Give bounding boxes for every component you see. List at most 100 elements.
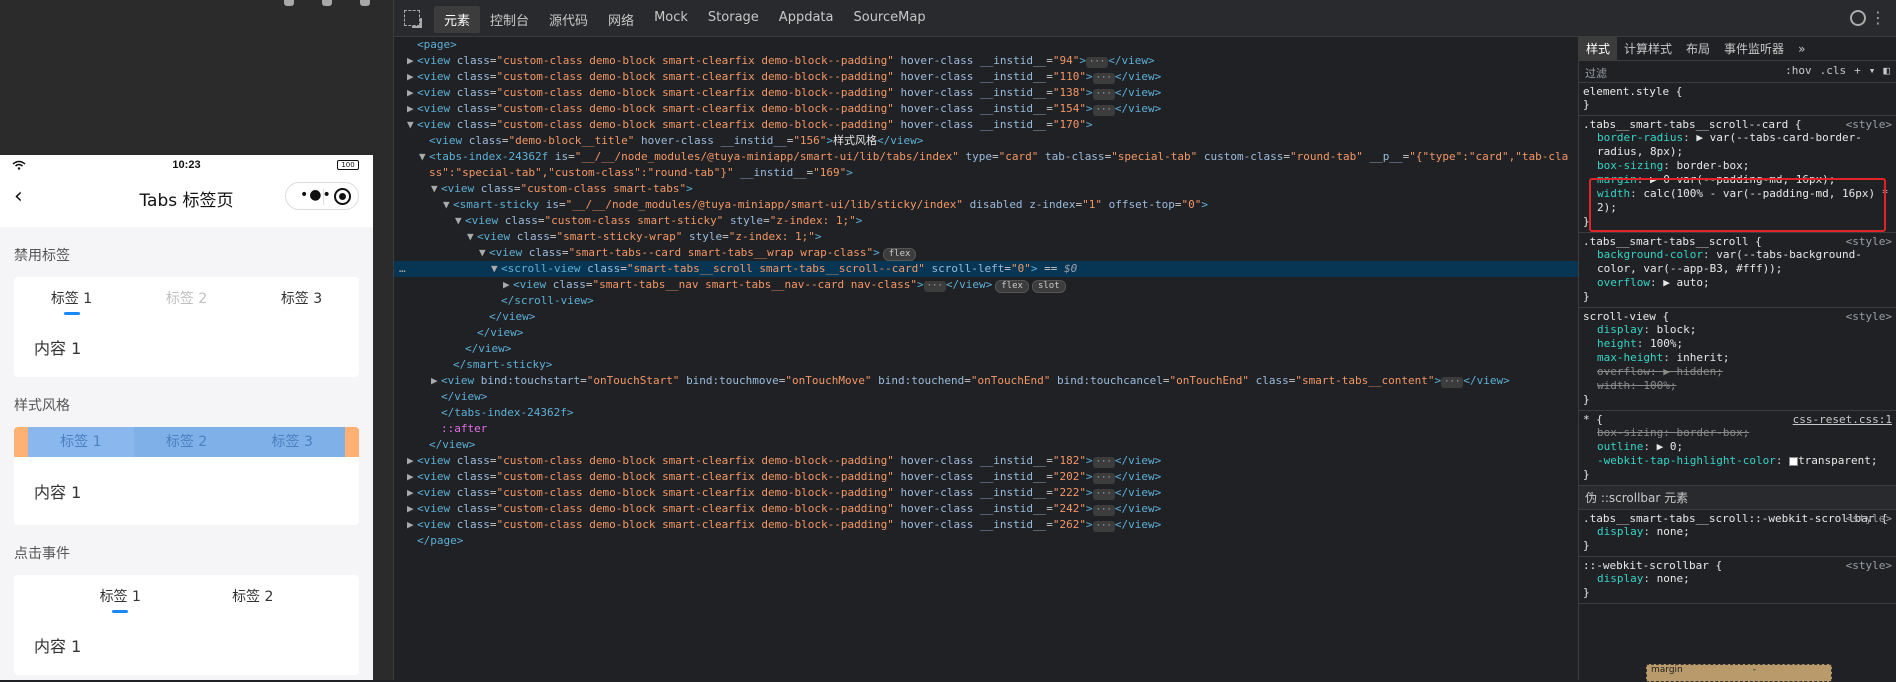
expand-toggle-icon[interactable]: ▶ xyxy=(407,53,417,69)
node-actions-icon[interactable]: … xyxy=(399,261,406,277)
css-rule[interactable]: element.style {} xyxy=(1579,83,1896,116)
toolbar-icon[interactable] xyxy=(322,0,332,6)
dom-node-line[interactable]: </view> xyxy=(394,309,1579,325)
expand-toggle-icon[interactable]: ▶ xyxy=(407,101,417,117)
filter-input[interactable]: 过滤 xyxy=(1585,65,1607,81)
dom-node-line[interactable]: ▼ <view class="custom-class smart-tabs"> xyxy=(394,181,1579,197)
devtools-tab-3[interactable]: 网络 xyxy=(598,6,644,33)
rule-source-link[interactable]: <style> xyxy=(1846,559,1892,572)
css-rule[interactable]: scroll-view {<style> display: block; heigh… xyxy=(1579,308,1896,411)
toolbar-icon[interactable] xyxy=(360,0,370,6)
css-property[interactable]: box-sizing: border-box; xyxy=(1583,159,1892,173)
dom-node-line[interactable]: ▼ <view class="smart-tabs--card smart-tab… xyxy=(394,245,1579,261)
expand-toggle-icon[interactable]: ▶ xyxy=(407,485,417,501)
dom-node-line[interactable]: ▶ <view class="custom-class demo-block sm… xyxy=(394,469,1579,485)
tab-1[interactable]: 标签 1 xyxy=(54,575,187,619)
dom-node-line[interactable]: </view> xyxy=(394,389,1579,405)
css-selector[interactable]: element.style { xyxy=(1583,85,1892,98)
sidebar-toggle-icon[interactable]: ◧ xyxy=(1883,64,1890,77)
more-vertical-icon[interactable]: ⋮ xyxy=(1870,8,1886,27)
expand-toggle-icon[interactable]: ▼ xyxy=(455,213,465,229)
dom-node-line[interactable]: ▶ <view class="custom-class demo-block sm… xyxy=(394,485,1579,501)
css-rule[interactable]: ::-webkit-scrollbar {<style> display: non… xyxy=(1579,557,1896,604)
css-rule[interactable]: .tabs__smart-tabs__scroll::-webkit-scrol… xyxy=(1579,510,1896,557)
expand-toggle-icon[interactable]: ▶ xyxy=(407,501,417,517)
css-rule[interactable]: .tabs__smart-tabs__scroll {<style> backgr… xyxy=(1579,233,1896,308)
dom-node-line[interactable]: ▶ <view class="custom-class demo-block sm… xyxy=(394,85,1579,101)
css-property[interactable]: outline: ▶ 0; xyxy=(1583,440,1892,454)
tab-3[interactable]: 标签 3 xyxy=(244,277,359,321)
css-property[interactable]: height: 100%; xyxy=(1583,337,1892,351)
dom-node-line[interactable]: </page> xyxy=(394,533,1579,549)
paint-icon[interactable]: ▾ xyxy=(1869,64,1876,77)
css-property[interactable]: overflow: ▶ hidden; xyxy=(1583,365,1892,379)
dom-node-line[interactable]: </tabs-index-24362f> xyxy=(394,405,1579,421)
expand-toggle-icon[interactable]: ▼ xyxy=(443,197,453,213)
dom-node-line[interactable]: ss":"special-tab","custom-class":"round-… xyxy=(394,165,1579,181)
tab-1[interactable]: 标签 1 xyxy=(28,427,134,457)
gear-icon[interactable] xyxy=(1850,10,1866,26)
dom-node-line[interactable]: ▶ <view class="custom-class demo-block sm… xyxy=(394,517,1579,533)
devtools-tab-0[interactable]: 元素 xyxy=(434,6,481,33)
rule-source-link[interactable]: css-reset.css:1 xyxy=(1793,413,1892,426)
css-property[interactable]: display: none; xyxy=(1583,572,1892,586)
expand-toggle-icon[interactable]: ▶ xyxy=(431,373,441,389)
dom-node-line[interactable]: </view> xyxy=(394,325,1579,341)
tab-1[interactable]: 标签 1 xyxy=(14,277,129,321)
css-property[interactable]: border-radius: ▶ var(--tabs-card-border-… xyxy=(1583,131,1892,159)
tab-3[interactable]: 标签 3 xyxy=(239,427,346,457)
dom-node-line[interactable]: ▼ <view class="custom-class smart-sticky"… xyxy=(394,213,1579,229)
hov-toggle[interactable]: :hov xyxy=(1785,64,1812,77)
dom-node-line[interactable]: </view> xyxy=(394,437,1579,453)
styles-subtab-1[interactable]: 计算样式 xyxy=(1617,37,1679,61)
expand-toggle-icon[interactable]: ▶ xyxy=(407,69,417,85)
devtools-tab-5[interactable]: Storage xyxy=(698,6,769,33)
more-dots-icon[interactable]: •●• xyxy=(300,187,332,203)
dom-node-line[interactable]: ▶ <view class="custom-class demo-block sm… xyxy=(394,501,1579,517)
expand-toggle-icon[interactable]: ▶ xyxy=(503,277,513,293)
devtools-tab-2[interactable]: 源代码 xyxy=(539,6,598,33)
tab-2[interactable]: 标签 2 xyxy=(133,427,240,457)
expand-toggle-icon[interactable]: ▼ xyxy=(467,229,477,245)
dom-node-line[interactable]: </scroll-view> xyxy=(394,293,1579,309)
devtools-tab-1[interactable]: 控制台 xyxy=(480,6,539,33)
expand-toggle-icon[interactable]: ▼ xyxy=(479,245,489,261)
close-miniapp-icon[interactable] xyxy=(334,188,351,205)
toolbar-icon[interactable] xyxy=(284,0,294,6)
expand-toggle-icon[interactable]: ▼ xyxy=(407,117,417,133)
expand-toggle-icon[interactable]: ▼ xyxy=(431,181,441,197)
dom-node-line[interactable]: <page> xyxy=(394,37,1579,53)
dom-node-line[interactable]: <view class="demo-block__title" hover-cl… xyxy=(394,133,1579,149)
css-property[interactable]: max-height: inherit; xyxy=(1583,351,1892,365)
expand-toggle-icon[interactable]: ▶ xyxy=(407,85,417,101)
dom-node-line[interactable]: </smart-sticky> xyxy=(394,357,1579,373)
css-property[interactable]: background-color: var(--tabs-background-… xyxy=(1583,248,1892,276)
css-property[interactable]: box-sizing: border-box; xyxy=(1583,426,1892,440)
dom-node-line[interactable]: ▶ <view class="custom-class demo-block sm… xyxy=(394,69,1579,85)
css-property[interactable]: display: block; xyxy=(1583,323,1892,337)
rule-source-link[interactable]: <style> xyxy=(1846,118,1892,131)
tab-2[interactable]: 标签 2 xyxy=(187,575,320,619)
css-rule[interactable]: * {css-reset.css:1 box-sizing: border-box… xyxy=(1579,411,1896,486)
inspect-element-icon[interactable] xyxy=(404,10,420,26)
styles-subtab-0[interactable]: 样式 xyxy=(1579,37,1618,61)
dom-node-line[interactable]: ▶ <view class="custom-class demo-block sm… xyxy=(394,101,1579,117)
dom-node-line[interactable]: ▶ <view bind:touchstart="onTouchStart" bi… xyxy=(394,373,1579,389)
dom-node-line[interactable]: ▼ <tabs-index-24362f is="__/__/node_modul… xyxy=(394,149,1579,165)
dom-node-line[interactable]: ▶ <view class="custom-class demo-block sm… xyxy=(394,53,1579,69)
rule-source-link[interactable]: <style> xyxy=(1846,235,1892,248)
dom-node-line[interactable]: </view> xyxy=(394,341,1579,357)
dom-node-line[interactable]: ▶ <view class="custom-class demo-block sm… xyxy=(394,453,1579,469)
rule-source-link[interactable]: <style> xyxy=(1846,512,1892,525)
expand-toggle-icon[interactable]: ▶ xyxy=(407,469,417,485)
devtools-tab-6[interactable]: Appdata xyxy=(769,6,844,33)
expand-toggle-icon[interactable]: ▼ xyxy=(419,149,429,165)
devtools-tab-7[interactable]: SourceMap xyxy=(843,6,935,33)
add-rule-icon[interactable]: + xyxy=(1854,64,1861,77)
expand-toggle-icon[interactable]: ▼ xyxy=(491,261,501,277)
css-property[interactable]: width: 100%; xyxy=(1583,379,1892,393)
styles-subtab-3[interactable]: 事件监听器 xyxy=(1717,37,1791,61)
css-property[interactable]: overflow: ▶ auto; xyxy=(1583,276,1892,290)
dom-node-line[interactable]: ▼ <smart-sticky is="__/__/node_modules/@t… xyxy=(394,197,1579,213)
dom-node-line[interactable]: ▼ <view class="custom-class demo-block sm… xyxy=(394,117,1579,133)
